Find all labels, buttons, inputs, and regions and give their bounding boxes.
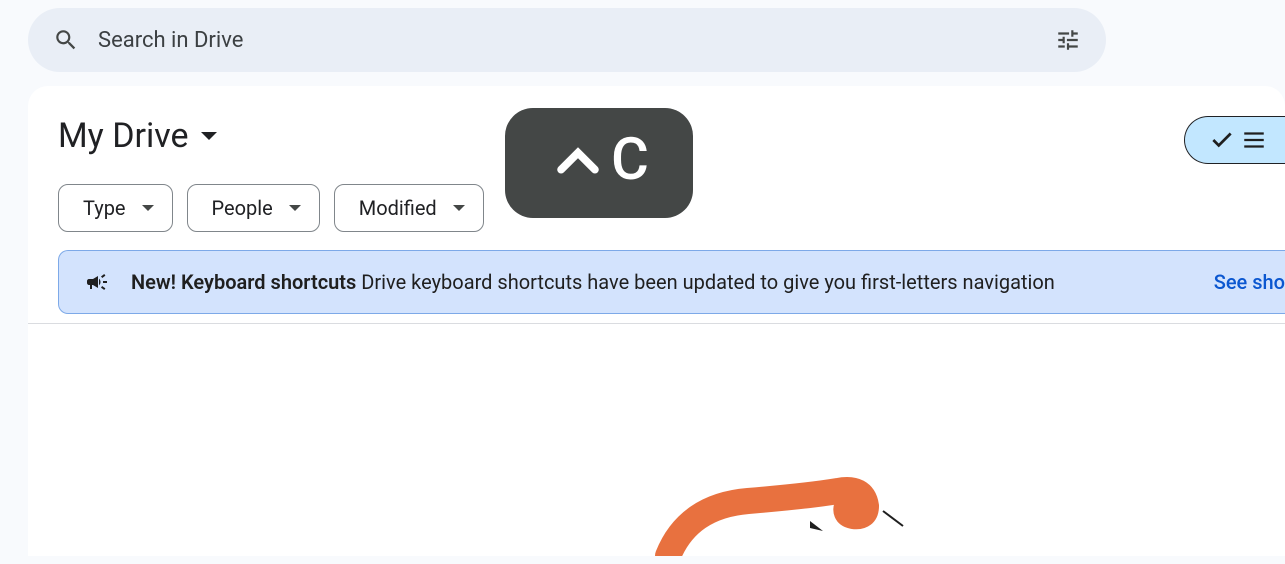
filter-people[interactable]: People [187,184,320,232]
filter-label: Modified [359,196,437,220]
banner-link[interactable]: See sho [1214,270,1285,294]
empty-state-illustration [628,476,908,556]
filter-type[interactable]: Type [58,184,173,232]
shortcut-key: C [611,126,649,194]
filter-modified[interactable]: Modified [334,184,484,232]
info-banner: New! Keyboard shortcuts Drive keyboard s… [58,250,1285,314]
search-options-icon[interactable] [1048,20,1088,60]
banner-text: New! Keyboard shortcuts Drive keyboard s… [131,270,1055,294]
banner-title: New! Keyboard shortcuts [131,270,356,294]
search-bar [28,8,1106,72]
caret-up-icon [549,131,607,189]
divider [28,323,1285,324]
check-icon [1209,127,1235,153]
caret-down-icon [142,205,154,211]
filter-label: Type [83,196,126,220]
keyboard-shortcut-overlay: C [505,108,693,218]
list-icon [1241,127,1267,153]
layout-toggle[interactable] [1184,116,1285,164]
filter-label: People [212,196,273,220]
caret-down-icon [453,205,465,211]
banner-message: Drive keyboard shortcuts have been updat… [361,270,1055,294]
search-icon[interactable] [46,20,86,60]
caret-down-icon [289,205,301,211]
search-input[interactable] [98,28,1048,53]
location-dropdown[interactable]: My Drive [58,116,217,156]
campaign-icon [85,270,109,294]
caret-down-icon [201,132,217,140]
page-title: My Drive [58,116,189,156]
